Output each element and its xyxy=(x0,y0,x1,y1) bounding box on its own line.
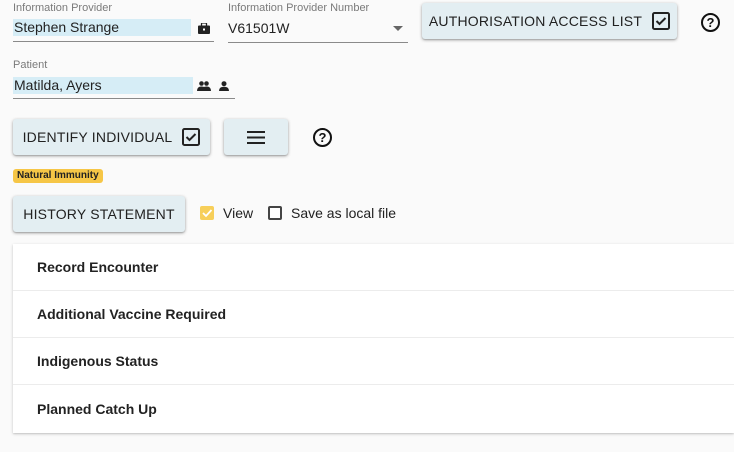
information-provider-value: Stephen Strange xyxy=(13,19,191,36)
hamburger-menu-icon xyxy=(247,130,265,144)
briefcase-icon xyxy=(197,22,211,35)
person-icon xyxy=(218,79,230,93)
help-icon-identify[interactable]: ? xyxy=(313,128,332,147)
menu-button[interactable] xyxy=(224,119,288,155)
authorisation-access-list-label: Authorisation Access List xyxy=(428,13,643,29)
view-checkbox-label: View xyxy=(223,205,254,221)
expansion-panel-list: Record Encounter Additional Vaccine Requ… xyxy=(13,244,734,433)
patient-value: Matilda, Ayers xyxy=(13,77,193,94)
people-icon xyxy=(196,79,211,93)
provider-number-label: Information Provider Number xyxy=(228,2,370,14)
save-local-file-checkbox-box[interactable] xyxy=(268,206,282,220)
save-local-file-checkbox-label: Save as local file xyxy=(291,205,397,221)
history-statement-button[interactable]: History Statement xyxy=(13,196,185,232)
provider-number-select[interactable]: V61501W xyxy=(228,19,408,43)
panel-planned-catch-up[interactable]: Planned Catch Up xyxy=(13,385,734,433)
help-icon-top[interactable]: ? xyxy=(701,13,720,32)
dropdown-arrow-icon xyxy=(392,24,404,32)
panel-additional-vaccine-required[interactable]: Additional Vaccine Required xyxy=(13,291,734,338)
view-checkbox-box[interactable] xyxy=(200,206,214,220)
natural-immunity-badge: Natural Immunity xyxy=(13,169,103,183)
checkbox-icon xyxy=(182,128,201,146)
patient-label: Patient xyxy=(13,59,48,71)
checkbox-icon xyxy=(652,12,671,30)
authorisation-access-list-button[interactable]: Authorisation Access List xyxy=(422,3,677,39)
identify-individual-label: Identify Individual xyxy=(22,129,173,145)
history-statement-label: History Statement xyxy=(23,206,175,222)
panel-indigenous-status[interactable]: Indigenous Status xyxy=(13,338,734,385)
view-checkbox[interactable]: View xyxy=(200,205,253,221)
information-provider-field[interactable]: Stephen Strange xyxy=(13,19,214,42)
provider-number-value: V61501W xyxy=(228,20,290,36)
checkmark-icon xyxy=(202,209,213,218)
save-local-file-checkbox[interactable]: Save as local file xyxy=(268,205,396,221)
panel-record-encounter[interactable]: Record Encounter xyxy=(13,244,734,291)
identify-individual-button[interactable]: Identify Individual xyxy=(13,119,210,155)
information-provider-label: Information Provider xyxy=(13,2,113,14)
patient-field[interactable]: Matilda, Ayers xyxy=(13,77,235,99)
